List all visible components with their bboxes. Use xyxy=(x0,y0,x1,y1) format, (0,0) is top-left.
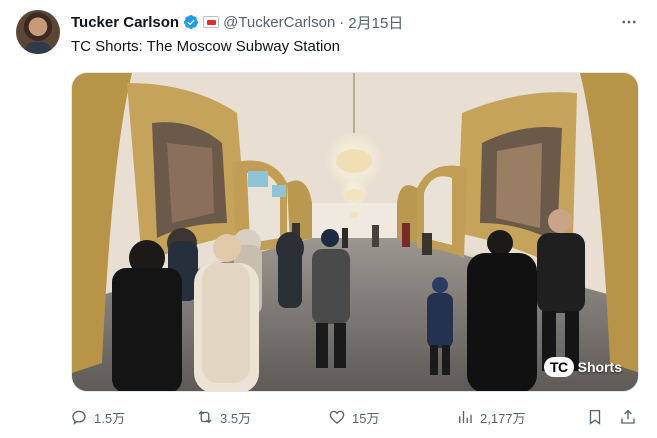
repost-icon xyxy=(198,410,212,424)
tweet-date[interactable]: 2月15日 xyxy=(348,12,403,33)
reply-icon xyxy=(72,410,86,425)
views-count: 2,177万 xyxy=(480,410,526,426)
tweet-text: TC Shorts: The Moscow Subway Station xyxy=(71,38,341,55)
views-icon xyxy=(459,411,472,423)
tc-logo-mark: TC xyxy=(543,357,574,377)
reply-button[interactable]: 1.5万 xyxy=(70,403,125,431)
repost-count: 3.5万 xyxy=(220,410,252,426)
reply-count: 1.5万 xyxy=(94,410,126,426)
author-handle[interactable]: @TuckerCarlson xyxy=(223,14,335,31)
avatar[interactable] xyxy=(16,10,60,54)
share-icon xyxy=(621,409,635,424)
video-media[interactable]: TC Shorts xyxy=(71,72,639,392)
tc-shorts-logo: TC Shorts xyxy=(543,357,622,377)
author-name[interactable]: Tucker Carlson xyxy=(71,14,179,31)
tweet-actions: 1.5万 3.5万 15万 2,177万 xyxy=(66,403,646,431)
like-count: 15万 xyxy=(352,410,380,426)
views-button[interactable]: 2,177万 xyxy=(456,403,526,431)
like-icon xyxy=(329,410,345,424)
subway-station-scene xyxy=(72,73,638,391)
bookmark-button[interactable] xyxy=(586,403,604,431)
verified-badge-icon xyxy=(184,15,199,29)
tweet-header: Tucker Carlson @TuckerCarlson · 2月15日 xyxy=(71,12,403,32)
like-button[interactable]: 15万 xyxy=(328,403,379,431)
share-button[interactable] xyxy=(619,403,637,431)
affiliate-badge-icon xyxy=(203,16,220,28)
separator-dot: · xyxy=(339,13,345,31)
repost-button[interactable]: 3.5万 xyxy=(196,403,251,431)
bookmark-icon xyxy=(589,409,601,425)
tc-logo-text: Shorts xyxy=(577,359,622,375)
avatar-shirt xyxy=(24,42,52,54)
more-icon[interactable] xyxy=(619,12,639,32)
